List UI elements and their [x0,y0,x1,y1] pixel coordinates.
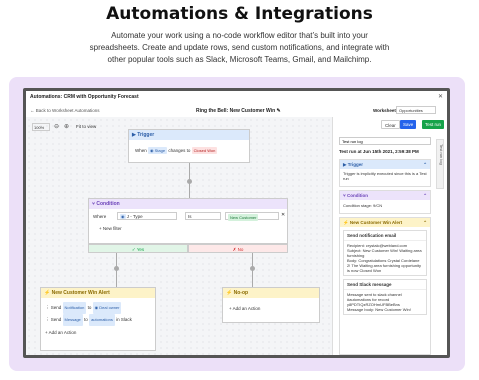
desc-line-3: other popular tools such as Slack, Micro… [107,55,372,64]
zoom-select[interactable]: 100% [32,123,50,131]
log-trigger-text: Trigger is implicitly executed since thi… [343,171,427,181]
slack-title[interactable]: Send Slack message [344,280,426,290]
alert-action-2[interactable]: ⋮ Send Message to automations in Slack [45,314,151,326]
edit-icon[interactable]: ✎ [277,108,281,114]
add-action-button[interactable]: + Add an Action [45,328,151,338]
workflow-name[interactable]: Ring the Bell: New Customer Win ✎ [196,108,281,114]
condition-row: Where ◉ J - Type Is New Customer ✕ [93,212,286,221]
trigger-body: When ◉ Stage changes to Closed Won [135,147,218,154]
drag-handle-icon[interactable]: ⋮ [45,305,50,310]
log-trigger-card: ▶ Trigger ⌃ Trigger is implicitly execute… [339,159,431,187]
branch-yes[interactable]: ✓ Yes [88,244,188,253]
alert-action-1[interactable]: ⋮ Send Notification to ◉ Deal owner [45,302,151,314]
branch-no[interactable]: ✗ No [188,244,288,253]
page-description: Automate your work using a no-code workf… [0,30,479,66]
log-alert-card: ⚡ New Customer Win Alert ⌃ Send notificat… [339,217,431,355]
chevron-up-icon: ⌃ [423,162,427,167]
chevron-up-icon: ⌃ [423,193,427,198]
trigger-value-chip[interactable]: Closed Won [191,147,218,154]
zoom-out-icon[interactable]: ⊖ [54,123,59,130]
condition-value-select[interactable]: New Customer [225,212,279,221]
log-condition-head[interactable]: ⑂ Condition ⌃ [340,191,430,200]
automation-window: Automations: CRM with Opportunity Foreca… [23,88,450,358]
worksheet-label: Worksheet [373,108,396,113]
page-title: Automations & Integrations [106,4,373,24]
noop-add-action[interactable]: + Add an Action [223,298,319,319]
email-details: Recipient: crystalc@webland.com Subject:… [347,243,422,273]
connector-dot-no [250,266,255,271]
log-trigger-head[interactable]: ▶ Trigger ⌃ [340,160,430,169]
desc-line-2: spreadsheets. Create and update rows, se… [89,43,390,52]
noop-node[interactable]: ⚡ No-op + Add an Action [222,287,320,323]
fit-view-button[interactable]: Fit to view [76,124,96,129]
desc-line-1: Automate your work using a no-code workf… [111,31,368,40]
zoom-in-icon[interactable]: ⊕ [64,123,69,130]
connector-dot-yes [114,266,119,271]
test-log-select[interactable]: Test run log [339,137,431,145]
alert-header: ⚡ New Customer Win Alert [41,288,155,298]
condition-branches: ✓ Yes ✗ No [88,244,288,253]
field-type-icon: ◉ [120,214,126,219]
condition-header: ⑂ Condition [89,199,287,209]
chevron-up-icon: ⌃ [423,220,427,225]
slack-details: Message sent to slack channel #automatio… [347,292,411,312]
alert-node[interactable]: ⚡ New Customer Win Alert ⋮ Send Notifica… [40,287,156,351]
worksheet-select[interactable]: Opportunities [396,106,436,114]
log-condition-text: Condition stage: 9/CN [343,203,383,208]
condition-node[interactable]: ⑂ Condition Where ◉ J - Type Is New Cust… [88,198,288,244]
trigger-node[interactable]: ▶ Trigger When ◉ Stage changes to Closed… [128,129,250,163]
noop-header: ⚡ No-op [223,288,319,298]
log-condition-card: ⑂ Condition ⌃ Condition stage: 9/CN [339,190,431,214]
test-log-header: Test run at Jun 15th 2021, 2:59:38 PM [339,149,419,154]
clear-button[interactable]: Clear [381,120,400,129]
connector-dot [187,179,192,184]
log-email-section: Send notification email Recipient: cryst… [343,230,427,276]
log-alert-head[interactable]: ⚡ New Customer Win Alert ⌃ [340,218,430,227]
close-icon[interactable]: ✕ [438,93,443,100]
save-button[interactable]: Save [400,120,417,129]
side-tab-test-log[interactable]: Test run log [436,139,444,189]
new-filter-button[interactable]: + New filter [89,223,287,234]
email-title[interactable]: Send notification email [344,231,426,241]
remove-filter-icon[interactable]: ✕ [281,212,285,218]
window-title: Automations: CRM with Opportunity Foreca… [26,91,447,103]
trigger-field-chip[interactable]: ◉ Stage [148,147,168,154]
log-slack-section: Send Slack message Message sent to slack… [343,279,427,315]
drag-handle-icon[interactable]: ⋮ [45,317,50,322]
back-link[interactable]: ← Back to Worksheet Automations [30,108,99,113]
trigger-header: ▶ Trigger [129,130,249,140]
test-run-button[interactable]: Test run [422,120,445,129]
condition-field-select[interactable]: ◉ J - Type [117,212,177,220]
condition-operator-select[interactable]: Is [185,212,221,220]
alert-body: ⋮ Send Notification to ◉ Deal owner ⋮ Se… [41,298,155,338]
